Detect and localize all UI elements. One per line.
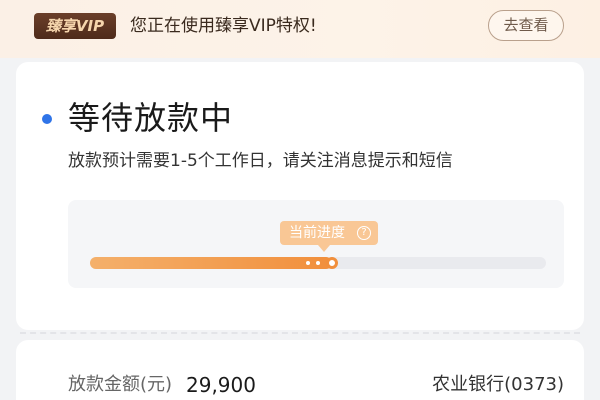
tip-arrow [318,245,330,252]
progress-knob [326,257,338,269]
status-description: 放款预计需要1-5个工作日，请关注消息提示和短信 [68,151,453,171]
bank-account[interactable]: 农业银行(0373) [432,372,564,398]
current-progress-label: 当前进度 [289,225,345,241]
amount-label: 放款金额(元) [68,374,173,395]
amount-value: 29,900 [186,373,256,397]
status-title: 等待放款中 [68,99,234,137]
progress-fill [90,257,332,269]
vip-badge: 臻享VIP [34,13,116,39]
vip-message: 您正在使用臻享VIP特权! [130,16,317,36]
progress-dot [306,261,310,265]
section-divider [20,332,580,334]
current-progress-tip[interactable]: 当前进度 ? [280,221,378,245]
vip-banner[interactable]: 臻享VIP 您正在使用臻享VIP特权! 去查看 [0,0,600,58]
status-dot-icon [42,114,52,124]
question-circle-icon[interactable]: ? [357,226,371,240]
progress-dot [316,261,320,265]
loan-status-page: 臻享VIP 您正在使用臻享VIP特权! 去查看 等待放款中 放款预计需要1-5个… [0,0,600,400]
view-vip-button[interactable]: 去查看 [488,10,564,41]
